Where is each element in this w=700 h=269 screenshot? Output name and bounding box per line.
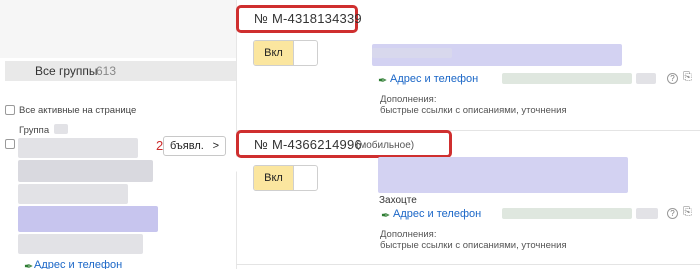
copy-icon[interactable]: ⎘ bbox=[683, 71, 692, 84]
copy-icon[interactable]: ⎘ bbox=[683, 206, 692, 219]
group-name-redacted bbox=[54, 124, 68, 134]
toggle-on-label: Вкл bbox=[254, 41, 294, 65]
pencil-phone-icon: ✒ bbox=[381, 210, 391, 222]
group-checkbox[interactable] bbox=[5, 139, 15, 149]
group-text-redacted bbox=[18, 160, 153, 182]
group-label: Группа bbox=[19, 125, 50, 136]
extras-value: быстрые ссылки с описаниями, уточнения bbox=[380, 240, 567, 251]
help-icon[interactable]: ? bbox=[667, 73, 678, 84]
pencil-phone-icon: ✒ bbox=[378, 75, 388, 87]
address-value-redacted bbox=[502, 73, 632, 84]
all-groups-label: Все группы bbox=[35, 64, 98, 78]
group-text-redacted bbox=[18, 184, 128, 204]
ad-text: Захоцте bbox=[379, 195, 417, 206]
help-icon[interactable]: ? bbox=[667, 208, 678, 219]
group-name-redacted bbox=[18, 138, 138, 158]
ad-title-redacted bbox=[372, 48, 452, 58]
address-value-redacted bbox=[636, 208, 658, 219]
ads-button[interactable]: бъявл. > bbox=[163, 136, 226, 156]
all-active-checkbox[interactable] bbox=[5, 105, 15, 115]
group-text-redacted bbox=[18, 234, 143, 254]
ad-toggle[interactable]: Вкл bbox=[253, 165, 318, 191]
address-phone-link[interactable]: Адрес и телефон bbox=[390, 73, 478, 85]
all-active-label: Все активные на странице bbox=[19, 105, 137, 116]
order-number: № М-4318134339 bbox=[254, 11, 362, 26]
row-divider bbox=[236, 264, 700, 265]
address-phone-link[interactable]: Адрес и телефон bbox=[393, 208, 481, 220]
extras-value: быстрые ссылки с описаниями, уточнения bbox=[380, 105, 567, 116]
toggle-on-label: Вкл bbox=[254, 166, 294, 190]
all-groups-count: 613 bbox=[96, 64, 117, 78]
popover-arrow bbox=[229, 156, 237, 172]
ad-toggle[interactable]: Вкл bbox=[253, 40, 318, 66]
ads-button-label: бъявл. bbox=[170, 140, 204, 152]
chevron-right-icon: > bbox=[212, 140, 219, 152]
address-phone-link[interactable]: Адрес и телефон bbox=[34, 259, 122, 269]
ad-title-redacted bbox=[378, 157, 628, 193]
pencil-phone-icon: ✒ bbox=[24, 261, 34, 269]
address-value-redacted bbox=[636, 73, 656, 84]
extras-title: Дополнения: bbox=[380, 94, 437, 105]
panel-header bbox=[0, 0, 236, 58]
order-note: (мобильное) bbox=[356, 140, 415, 151]
extras-title: Дополнения: bbox=[380, 229, 437, 240]
address-value-redacted bbox=[502, 208, 632, 219]
group-title-redacted bbox=[18, 206, 158, 232]
order-number: № М-4366214996 bbox=[254, 137, 362, 152]
